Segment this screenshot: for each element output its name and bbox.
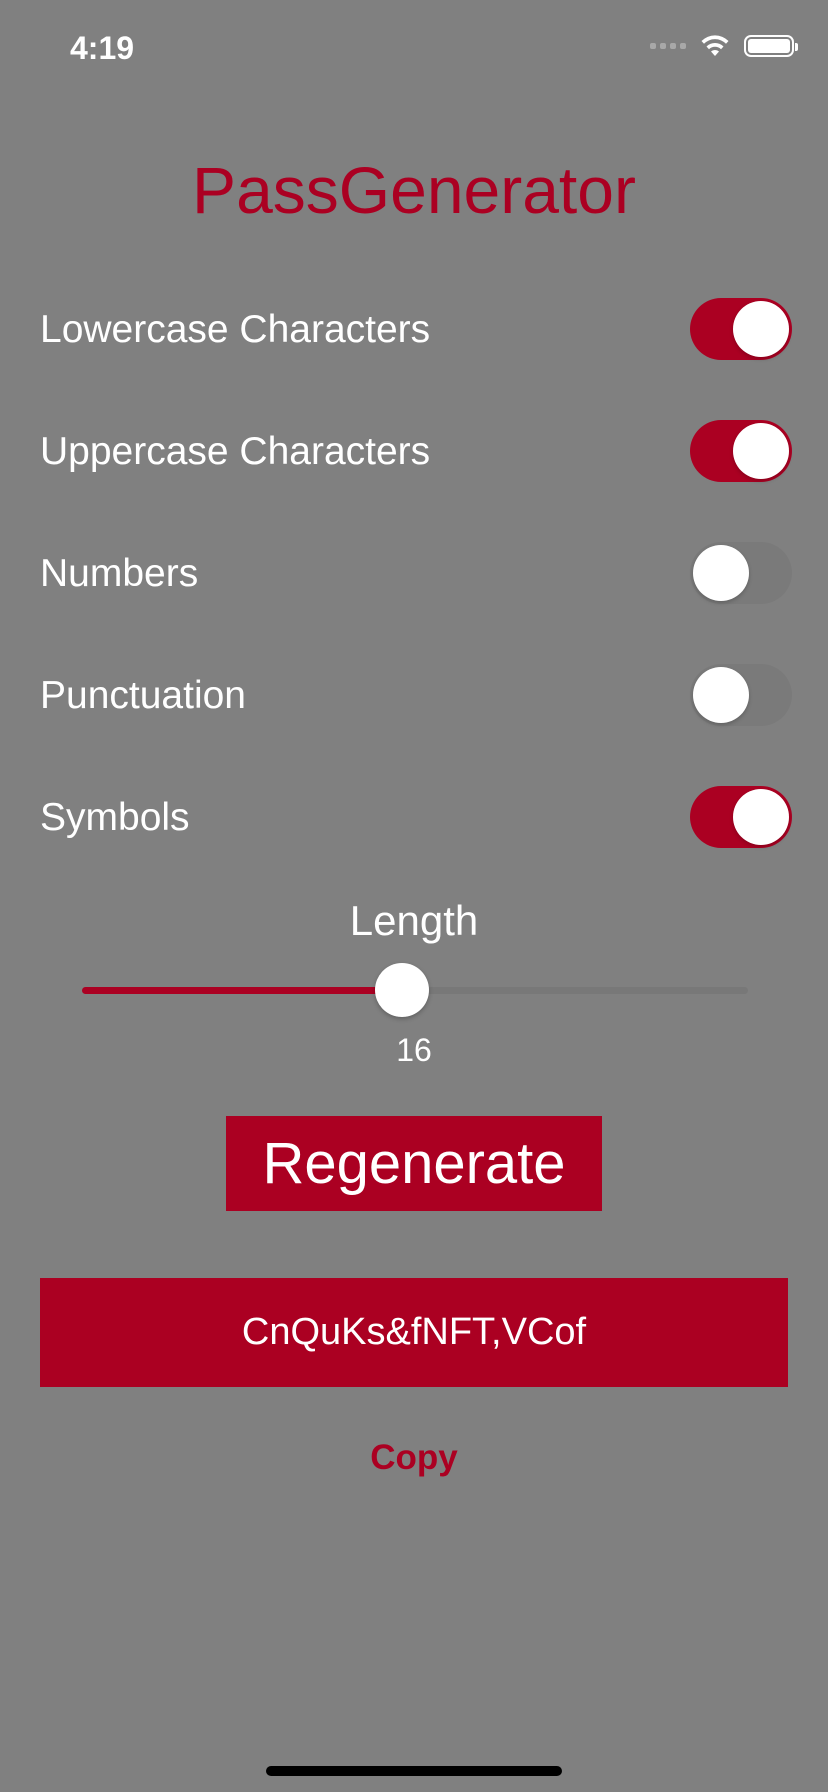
option-label-lowercase: Lowercase Characters: [40, 308, 431, 351]
option-row-punctuation: Punctuation: [40, 664, 792, 728]
home-indicator: [266, 1766, 562, 1776]
copy-button[interactable]: Copy: [314, 1430, 514, 1486]
toggle-knob: [693, 545, 749, 601]
option-label-symbols: Symbols: [40, 796, 190, 839]
toggle-knob: [733, 301, 789, 357]
slider-fill: [82, 987, 402, 994]
uppercase-toggle[interactable]: [690, 420, 792, 482]
battery-icon: [744, 35, 798, 57]
status-time: 4:19: [70, 30, 135, 66]
option-label-numbers: Numbers: [40, 552, 199, 595]
option-label-punctuation: Punctuation: [40, 674, 246, 717]
length-label: Length: [349, 897, 479, 944]
option-label-uppercase: Uppercase Characters: [40, 430, 431, 473]
wifi-icon: [701, 35, 729, 56]
lowercase-toggle[interactable]: [690, 298, 792, 360]
app-title: PassGenerator: [192, 153, 636, 227]
status-icons: [650, 34, 798, 58]
cellular-signal-icon: [650, 43, 686, 49]
symbols-toggle[interactable]: [690, 786, 792, 848]
length-slider[interactable]: [82, 960, 748, 1020]
option-row-symbols: Symbols: [40, 786, 792, 850]
punctuation-toggle[interactable]: [690, 664, 792, 726]
status-bar: 4:19: [0, 0, 828, 100]
numbers-toggle[interactable]: [690, 542, 792, 604]
toggle-knob: [733, 423, 789, 479]
generated-password: CnQuKs&fNFT,VCof: [40, 1278, 788, 1387]
regenerate-button[interactable]: Regenerate: [226, 1116, 602, 1211]
option-row-lowercase: Lowercase Characters: [40, 298, 792, 362]
slider-thumb[interactable]: [374, 963, 429, 1017]
toggle-knob: [693, 667, 749, 723]
toggle-knob: [733, 789, 789, 845]
option-row-uppercase: Uppercase Characters: [40, 420, 792, 484]
length-value: 16: [396, 1032, 432, 1068]
option-row-numbers: Numbers: [40, 542, 792, 606]
